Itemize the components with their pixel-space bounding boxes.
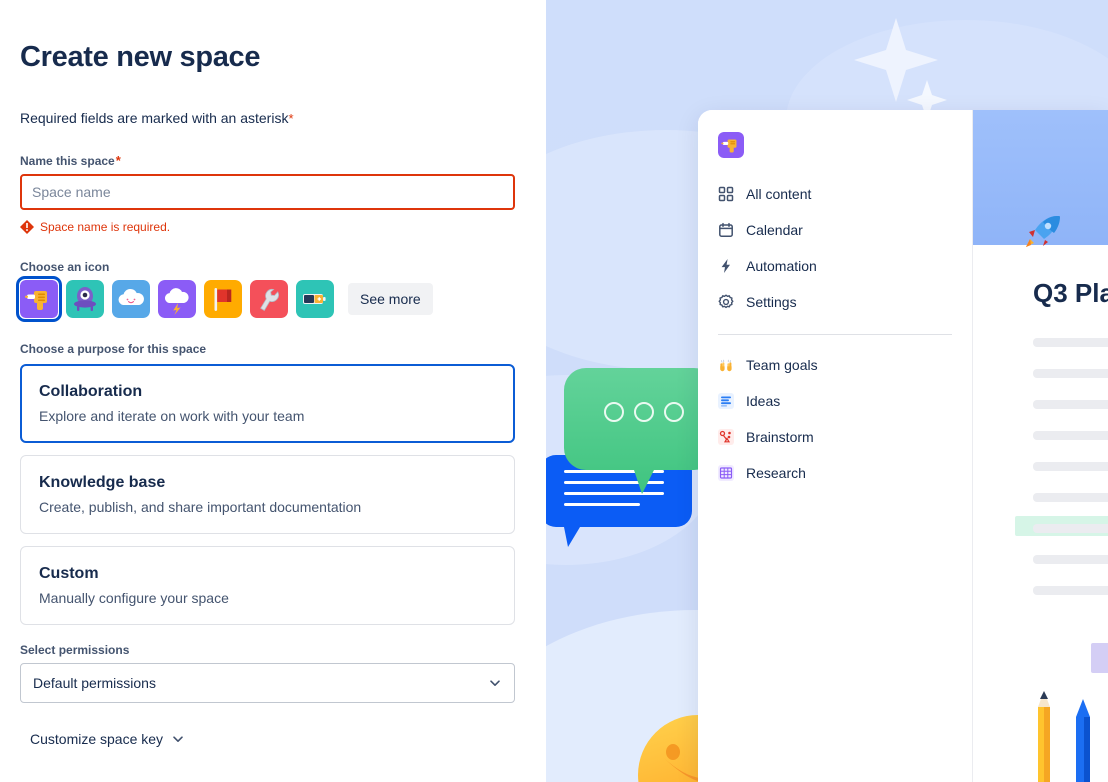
robot-ufo-icon xyxy=(66,280,104,318)
preview-content-panel: Q3 Planning xyxy=(973,110,1108,782)
create-space-form: Create new space Required fields are mar… xyxy=(0,0,546,782)
preview-sidebar: All content Calendar Automation Settings… xyxy=(698,110,973,782)
name-error-message: Space name is required. xyxy=(20,219,546,235)
skeleton-line xyxy=(1033,462,1108,471)
permissions-selected-value: Default permissions xyxy=(33,675,156,691)
icon-option-wrench[interactable] xyxy=(250,280,288,318)
name-field-label-text: Name this space xyxy=(20,154,115,168)
sidebar-item-label: Settings xyxy=(746,294,797,310)
skeleton-line xyxy=(1033,524,1108,533)
icon-option-cloud-smile[interactable] xyxy=(112,280,150,318)
sidebar-divider xyxy=(718,334,952,335)
cloud-smile-icon xyxy=(112,280,150,318)
purple-highlight xyxy=(1091,643,1108,673)
purpose-desc: Create, publish, and share important doc… xyxy=(39,499,362,515)
sidebar-item-ideas[interactable]: Ideas xyxy=(718,383,952,419)
see-more-icons-button[interactable]: See more xyxy=(348,283,433,315)
calendar-icon xyxy=(719,222,733,237)
chevron-down-icon xyxy=(490,680,500,686)
icon-option-robot-ufo[interactable] xyxy=(66,280,104,318)
error-icon xyxy=(20,220,34,234)
rocket-emoji xyxy=(1026,216,1060,247)
icon-section-label: Choose an icon xyxy=(20,260,110,274)
battery-icon xyxy=(296,280,334,318)
purpose-title: Collaboration xyxy=(39,383,143,400)
lightning-icon xyxy=(721,259,730,273)
sidebar-item-calendar[interactable]: Calendar xyxy=(718,212,952,248)
page-title: Create new space xyxy=(20,41,261,73)
drill-icon xyxy=(718,132,744,158)
purpose-title: Knowledge base xyxy=(39,474,166,491)
sidebar-item-research[interactable]: Research xyxy=(718,455,952,491)
raised-hands-emoji xyxy=(720,359,732,372)
preview-space-icon xyxy=(718,132,744,158)
name-error-text: Space name is required. xyxy=(40,220,171,234)
sidebar-item-settings[interactable]: Settings xyxy=(718,284,952,320)
network-emoji xyxy=(719,430,731,443)
customize-space-key-toggle[interactable]: Customize space key xyxy=(30,731,546,747)
required-fields-note: Required fields are marked with an aster… xyxy=(20,108,546,129)
customize-space-key-label: Customize space key xyxy=(30,731,164,747)
text-lines-emoji xyxy=(718,393,734,409)
icon-chooser-row: See more xyxy=(16,276,546,322)
pencil-illustration xyxy=(1038,691,1090,782)
space-name-input[interactable] xyxy=(20,174,515,210)
purpose-title: Custom xyxy=(39,565,99,582)
skeleton-line xyxy=(1033,493,1108,502)
skeleton-line xyxy=(1033,586,1108,595)
sidebar-item-label: Team goals xyxy=(746,357,818,373)
required-note-text: Required fields are marked with an aster… xyxy=(20,110,289,126)
purpose-option-knowledge-base[interactable]: Knowledge base Create, publish, and shar… xyxy=(20,455,515,534)
permissions-select[interactable]: Default permissions xyxy=(20,663,515,703)
sidebar-item-automation[interactable]: Automation xyxy=(718,248,952,284)
sidebar-item-brainstorm[interactable]: Brainstorm xyxy=(718,419,952,455)
space-preview-window: All content Calendar Automation Settings… xyxy=(698,110,1108,782)
purpose-desc: Manually configure your space xyxy=(39,590,229,606)
chevron-down-icon xyxy=(173,736,183,742)
raised-hands-emoji xyxy=(718,357,734,373)
grid-icon xyxy=(718,186,734,202)
gear-icon xyxy=(718,294,734,309)
skeleton-line xyxy=(1033,400,1108,409)
sidebar-item-label: All content xyxy=(746,186,812,202)
name-required-asterisk: * xyxy=(115,153,121,168)
network-emoji xyxy=(718,429,734,445)
required-asterisk: * xyxy=(288,111,294,126)
icon-option-flag[interactable] xyxy=(204,280,242,318)
sidebar-item-label: Brainstorm xyxy=(746,429,814,445)
sidebar-item-label: Ideas xyxy=(746,393,781,409)
sidebar-item-label: Calendar xyxy=(746,222,803,238)
text-lines-emoji xyxy=(721,396,731,407)
sidebar-item-label: Research xyxy=(746,465,806,481)
storm-cloud-icon xyxy=(158,280,196,318)
icon-option-storm-cloud[interactable] xyxy=(158,280,196,318)
flag-icon xyxy=(204,280,242,318)
sidebar-item-team-goals[interactable]: Team goals xyxy=(718,347,952,383)
purpose-option-custom[interactable]: Custom Manually configure your space xyxy=(20,546,515,625)
permissions-label: Select permissions xyxy=(20,643,130,657)
create-space-screen: Create new space Required fields are mar… xyxy=(0,0,1108,782)
sidebar-item-all-content[interactable]: All content xyxy=(718,176,952,212)
purpose-desc: Explore and iterate on work with your te… xyxy=(39,408,305,424)
space-preview-illustration: All content Calendar Automation Settings… xyxy=(546,0,1108,782)
table-emoji xyxy=(718,465,734,481)
icon-option-drill[interactable] xyxy=(16,276,62,322)
skeleton-line xyxy=(1033,338,1108,347)
skeleton-line xyxy=(1033,555,1108,564)
icon-option-battery[interactable] xyxy=(296,280,334,318)
skeleton-line xyxy=(1033,431,1108,440)
skeleton-line xyxy=(1033,369,1108,378)
wrench-icon xyxy=(250,280,288,318)
drill-icon xyxy=(20,280,58,318)
name-field-label: Name this space* xyxy=(20,153,546,169)
purpose-option-collaboration[interactable]: Collaboration Explore and iterate on wor… xyxy=(20,364,515,443)
table-emoji xyxy=(719,467,733,479)
preview-doc-title: Q3 Planning xyxy=(1033,278,1108,308)
purpose-section-label: Choose a purpose for this space xyxy=(20,342,207,356)
sidebar-item-label: Automation xyxy=(746,258,817,274)
